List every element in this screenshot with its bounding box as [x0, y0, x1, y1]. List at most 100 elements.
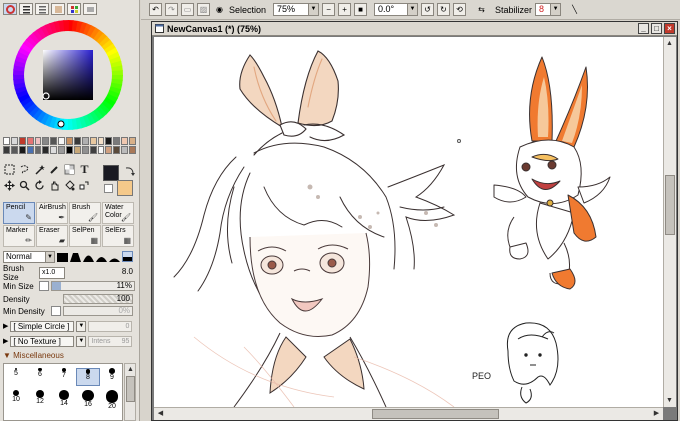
- color-swatch[interactable]: [18, 146, 26, 154]
- color-swatch[interactable]: [113, 146, 121, 154]
- brush-selpen[interactable]: SelPen ▦: [69, 225, 101, 247]
- zoom-select[interactable]: 75% ▼: [273, 3, 320, 16]
- show-selection-icon[interactable]: ◉: [213, 3, 226, 16]
- canvas-vertical-scrollbar[interactable]: ▲ ▼: [663, 37, 676, 407]
- stabilizer-select[interactable]: 8 ▼: [535, 3, 562, 16]
- minimize-button[interactable]: _: [638, 23, 649, 34]
- brush-size-slider[interactable]: 8.0: [67, 268, 135, 278]
- brush-size-preset[interactable]: 8: [76, 368, 100, 386]
- color-swatch[interactable]: [113, 137, 121, 145]
- scroll-up-icon[interactable]: ▲: [125, 364, 136, 375]
- scroll-down-icon[interactable]: ▼: [664, 395, 675, 406]
- brush-size-preset[interactable]: 9: [100, 368, 124, 386]
- color-swatch[interactable]: [81, 146, 89, 154]
- brush-size-preset[interactable]: 10: [4, 390, 28, 408]
- brush-size-scrollbar[interactable]: ▲: [124, 363, 136, 421]
- brush-watercolor[interactable]: Water Color 🖌: [102, 202, 134, 224]
- color-wheel[interactable]: [11, 18, 125, 132]
- brush-shape-select[interactable]: [ Simple Circle ]: [10, 320, 75, 332]
- color-swatch[interactable]: [34, 137, 42, 145]
- swap-colors-icon[interactable]: [78, 179, 91, 192]
- edge-soft4-icon[interactable]: [109, 251, 120, 262]
- edge-soft5-icon[interactable]: [122, 251, 133, 262]
- rotate-icon[interactable]: [33, 179, 46, 192]
- rotation-select[interactable]: 0.0° ▼: [374, 3, 419, 16]
- color-swatch[interactable]: [3, 137, 10, 145]
- density-slider[interactable]: 100: [63, 294, 133, 304]
- color-swatch[interactable]: [81, 137, 89, 145]
- color-swatch[interactable]: [3, 146, 10, 154]
- opacity-icon[interactable]: [63, 163, 76, 176]
- canvas-titlebar[interactable]: NewCanvas1 (*) (75%) _ □ ×: [152, 22, 677, 36]
- color-swatch[interactable]: [89, 137, 97, 145]
- flip-horizontal-icon[interactable]: ⇆: [475, 3, 488, 16]
- scroll-up-icon[interactable]: ▲: [664, 38, 675, 49]
- invert-selection-icon[interactable]: ▨: [197, 3, 210, 16]
- color-swatch[interactable]: [73, 137, 81, 145]
- vertical-scroll-thumb[interactable]: [665, 175, 675, 235]
- scroll-right-icon[interactable]: ▶: [651, 408, 662, 419]
- brush-size-preset[interactable]: 12: [28, 390, 52, 408]
- color-swatch[interactable]: [58, 146, 65, 154]
- min-size-slider[interactable]: 11%: [51, 281, 135, 291]
- brush-size-multiplier[interactable]: x1.0: [39, 267, 65, 279]
- close-button[interactable]: ×: [664, 23, 675, 34]
- color-swatch[interactable]: [73, 146, 81, 154]
- color-swatch[interactable]: [50, 137, 58, 145]
- canvas-horizontal-scrollbar[interactable]: ◀ ▶: [154, 407, 663, 420]
- color-swatch[interactable]: [58, 137, 65, 145]
- magic-wand-icon[interactable]: [33, 163, 46, 176]
- color-swatch[interactable]: [129, 146, 136, 154]
- zoom-out-button[interactable]: −: [322, 3, 336, 16]
- color-swatch[interactable]: [10, 137, 18, 145]
- brush-size-preset[interactable]: 7: [52, 368, 76, 386]
- brush-size-preset[interactable]: 16: [76, 390, 100, 408]
- horizontal-scroll-thumb[interactable]: [372, 409, 499, 419]
- line-straighten-icon[interactable]: ╲: [568, 3, 581, 16]
- color-swatch[interactable]: [121, 137, 128, 145]
- eyedropper-icon[interactable]: [48, 163, 61, 176]
- color-swatch[interactable]: [129, 137, 136, 145]
- brush-brush[interactable]: Brush 🖌: [69, 202, 101, 224]
- undo-icon[interactable]: ↶: [149, 3, 162, 16]
- color-swatch[interactable]: [50, 146, 58, 154]
- text-tool-icon[interactable]: T: [78, 162, 91, 176]
- scratchpad-tab[interactable]: [83, 3, 97, 15]
- brush-eraser[interactable]: Eraser ▰: [36, 225, 68, 247]
- color-swatch[interactable]: [10, 146, 18, 154]
- zoom-icon[interactable]: [18, 179, 31, 192]
- brush-size-preset[interactable]: 5: [4, 368, 28, 386]
- brush-pencil[interactable]: Pencil ✎: [3, 202, 35, 224]
- color-mixer-tab[interactable]: [51, 3, 65, 15]
- color-swatch[interactable]: [42, 146, 50, 154]
- redo-icon[interactable]: ↷: [165, 3, 178, 16]
- color-swatch[interactable]: [26, 137, 34, 145]
- lasso-icon[interactable]: [18, 163, 31, 176]
- brush-selers[interactable]: SelErs ▦: [102, 225, 134, 247]
- swatch-grid-tab[interactable]: [67, 3, 81, 15]
- rect-select-icon[interactable]: [3, 163, 16, 176]
- color-swatch[interactable]: [97, 146, 105, 154]
- rgb-slider-tab[interactable]: [19, 3, 33, 15]
- drawing-canvas[interactable]: PEO: [154, 37, 663, 407]
- edge-hard-icon[interactable]: [57, 251, 68, 262]
- transparent-color-toggle[interactable]: [104, 184, 113, 193]
- blend-mode-select[interactable]: Normal ▼: [3, 251, 55, 263]
- chevron-down-icon[interactable]: ▼: [76, 320, 87, 332]
- hand-icon[interactable]: [48, 179, 61, 192]
- color-swatch[interactable]: [66, 146, 73, 154]
- zoom-reset-button[interactable]: ■: [354, 3, 368, 16]
- swap-arrow-icon[interactable]: [124, 165, 136, 179]
- brush-size-preset[interactable]: 14: [52, 390, 76, 408]
- color-swatch[interactable]: [42, 137, 50, 145]
- chevron-down-icon[interactable]: ▼: [76, 335, 87, 347]
- move-icon[interactable]: [3, 179, 16, 192]
- edge-soft1-icon[interactable]: [70, 251, 81, 262]
- zoom-in-button[interactable]: +: [338, 3, 352, 16]
- deselect-icon[interactable]: ▭: [181, 3, 194, 16]
- brush-size-preset[interactable]: 6: [28, 368, 52, 386]
- color-swatch[interactable]: [105, 137, 113, 145]
- maximize-button[interactable]: □: [651, 23, 662, 34]
- main-color-swatch[interactable]: [103, 165, 119, 181]
- color-swatch[interactable]: [18, 137, 26, 145]
